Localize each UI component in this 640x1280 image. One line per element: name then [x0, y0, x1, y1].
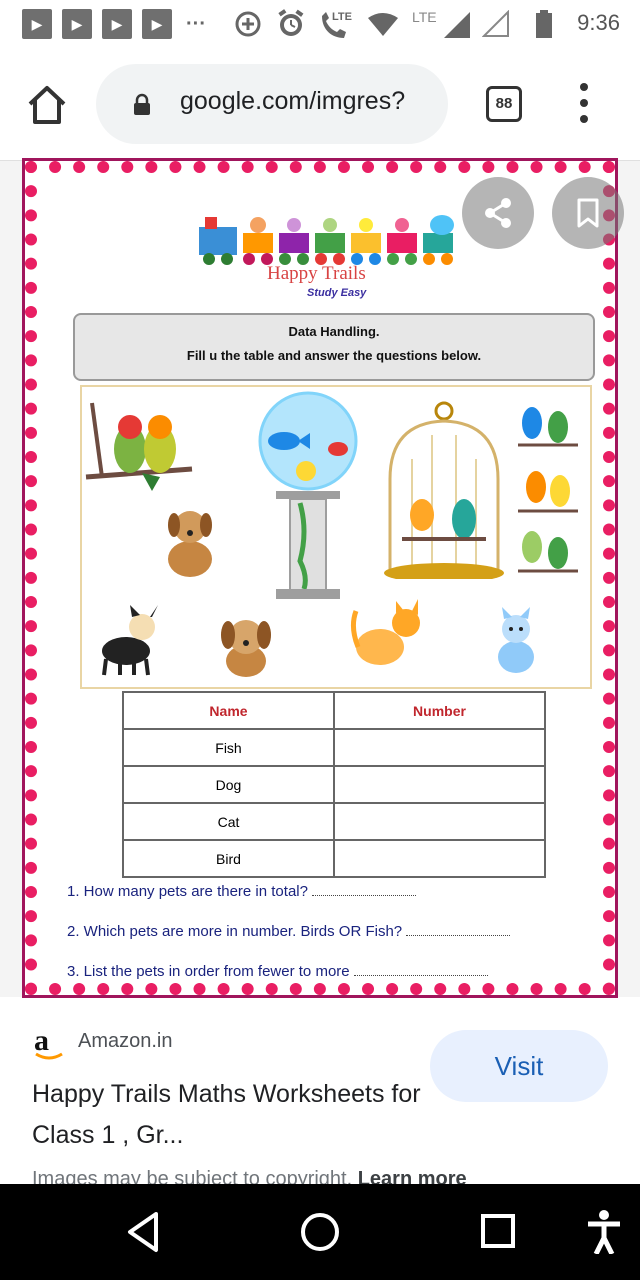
- cat-2: [498, 607, 534, 673]
- notification-icon: ▶: [142, 9, 172, 39]
- table-row: Bird: [122, 839, 546, 878]
- more-notifications-icon: ···: [186, 13, 206, 35]
- image-viewer: Happy Trails Study Easy Data Handling. F…: [0, 158, 640, 998]
- table-row: Cat: [122, 802, 546, 841]
- recents-icon[interactable]: [480, 1210, 516, 1254]
- table-header-number: Number: [333, 691, 546, 730]
- learn-more-link[interactable]: Learn more: [358, 1168, 467, 1184]
- table-cell: Dog: [122, 765, 335, 804]
- brand-subtitle: Study Easy: [307, 287, 367, 299]
- bookmark-icon: [577, 198, 599, 228]
- table-cell: [333, 839, 546, 878]
- parrots-group: [518, 407, 578, 573]
- answer-line: [353, 965, 488, 976]
- train-illustration: [199, 215, 454, 265]
- lock-icon: [134, 93, 150, 115]
- signal-icon: LTE: [412, 9, 470, 38]
- system-nav-bar: [0, 1184, 640, 1280]
- alarm-icon: [278, 9, 304, 36]
- question-2: 2. Which pets are more in number. Birds …: [67, 923, 511, 940]
- fish-bowl: [258, 391, 358, 599]
- table-cell: [333, 728, 546, 767]
- wifi-icon: [368, 13, 398, 36]
- signal-empty-icon: [482, 10, 509, 37]
- instruction-text: Fill u the table and answer the question…: [186, 348, 482, 363]
- question-text: 2. Which pets are more in number. Birds …: [67, 923, 403, 940]
- add-circle-icon: [235, 11, 261, 37]
- dog-3: [221, 620, 271, 677]
- worksheet-image[interactable]: Happy Trails Study Easy Data Handling. F…: [22, 158, 618, 998]
- url-text: google.com/imgres?: [180, 87, 406, 115]
- notification-icon: ▶: [102, 9, 132, 39]
- instruction-title: Data Handling.: [288, 324, 380, 339]
- share-button[interactable]: [462, 177, 534, 249]
- table-cell: Bird: [122, 839, 335, 878]
- brand-title: Happy Trails: [267, 263, 366, 284]
- table-cell: [333, 802, 546, 841]
- back-icon[interactable]: [124, 1210, 164, 1254]
- table-cell: Cat: [122, 802, 335, 841]
- answer-line: [406, 925, 511, 936]
- lovebirds-branch: [85, 402, 193, 491]
- home-nav-icon[interactable]: [298, 1210, 342, 1254]
- copyright-notice: Images may be subject to copyright. Lear…: [32, 1168, 467, 1184]
- svg-text:LTE: LTE: [332, 11, 352, 23]
- question-text: 3. List the pets in order from fewer to …: [67, 963, 350, 980]
- table-cell: Fish: [122, 728, 335, 767]
- home-icon[interactable]: [24, 82, 70, 128]
- volte-call-icon: LTE: [322, 11, 352, 38]
- clock: 9:36: [577, 10, 620, 35]
- question-1: 1. How many pets are there in total?: [67, 883, 417, 900]
- answer-line: [312, 885, 417, 896]
- notification-icon: ▶: [62, 9, 92, 39]
- amazon-logo-icon: a: [34, 1024, 64, 1060]
- browser-toolbar: google.com/imgres? 88: [0, 50, 640, 161]
- accessibility-icon[interactable]: [586, 1210, 622, 1254]
- result-title[interactable]: Happy Trails Maths Worksheets for Class …: [32, 1074, 422, 1156]
- address-bar[interactable]: google.com/imgres?: [96, 64, 448, 144]
- question-3: 3. List the pets in order from fewer to …: [67, 963, 488, 980]
- overflow-menu-icon[interactable]: [572, 80, 596, 128]
- battery-icon: [536, 10, 552, 38]
- instruction-box: Data Handling. Fill u the table and answ…: [73, 313, 595, 381]
- table-cell: [333, 765, 546, 804]
- save-button[interactable]: [552, 177, 624, 249]
- tab-switcher-button[interactable]: 88: [486, 86, 522, 122]
- copyright-text: Images may be subject to copyright.: [32, 1168, 353, 1184]
- table-row: Fish: [122, 728, 546, 767]
- notification-icon: ▶: [22, 9, 52, 39]
- table-header-name: Name: [122, 691, 335, 730]
- bird-cage: [384, 401, 504, 579]
- source-name[interactable]: Amazon.in: [78, 1030, 173, 1053]
- pets-picture: [80, 385, 592, 689]
- question-text: 1. How many pets are there in total?: [67, 883, 308, 900]
- cat-1: [350, 599, 420, 665]
- visit-button[interactable]: Visit: [430, 1030, 608, 1102]
- result-panel: a Amazon.in Visit Happy Trails Maths Wor…: [0, 998, 640, 1184]
- dog-2: [102, 605, 158, 676]
- status-bar: ▶ ▶ ▶ ▶ ··· LTE LTE 9:36: [0, 0, 640, 50]
- dog-1: [168, 511, 212, 577]
- svg-text:LTE: LTE: [412, 9, 437, 25]
- table-row: Dog: [122, 765, 546, 804]
- share-icon: [485, 198, 511, 228]
- data-table: Name Number Fish Dog Cat Bird: [122, 691, 546, 878]
